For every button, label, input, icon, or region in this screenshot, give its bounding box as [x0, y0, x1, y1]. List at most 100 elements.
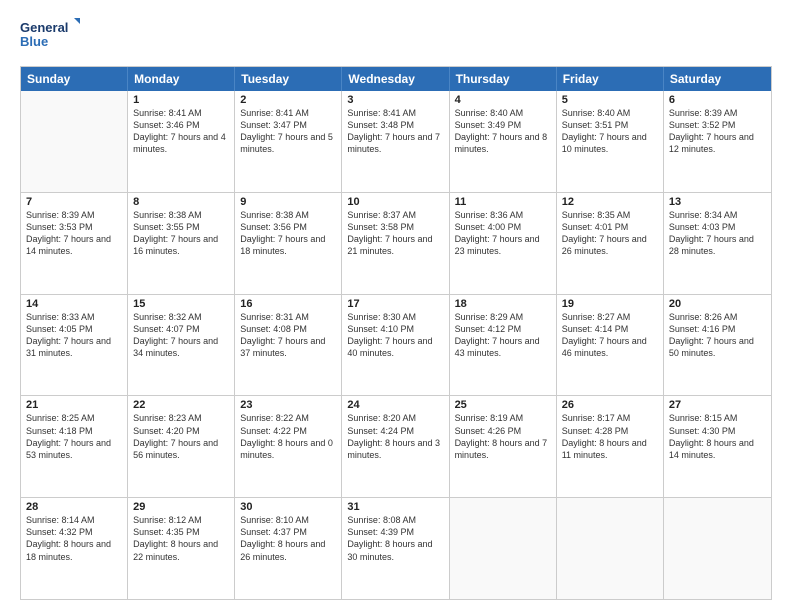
day-number: 31 [347, 501, 443, 513]
day-cell-10: 10Sunrise: 8:37 AMSunset: 3:58 PMDayligh… [342, 193, 449, 294]
day-cell-15: 15Sunrise: 8:32 AMSunset: 4:07 PMDayligh… [128, 295, 235, 396]
day-number: 11 [455, 196, 551, 208]
day-cell-31: 31Sunrise: 8:08 AMSunset: 4:39 PMDayligh… [342, 498, 449, 599]
cell-info: Sunrise: 8:38 AMSunset: 3:56 PMDaylight:… [240, 209, 336, 258]
header-day-tuesday: Tuesday [235, 67, 342, 91]
header-day-monday: Monday [128, 67, 235, 91]
cell-info: Sunrise: 8:20 AMSunset: 4:24 PMDaylight:… [347, 412, 443, 461]
cell-info: Sunrise: 8:36 AMSunset: 4:00 PMDaylight:… [455, 209, 551, 258]
day-number: 3 [347, 94, 443, 106]
day-cell-2: 2Sunrise: 8:41 AMSunset: 3:47 PMDaylight… [235, 91, 342, 192]
header-day-thursday: Thursday [450, 67, 557, 91]
empty-cell-0-0 [21, 91, 128, 192]
day-cell-3: 3Sunrise: 8:41 AMSunset: 3:48 PMDaylight… [342, 91, 449, 192]
day-cell-23: 23Sunrise: 8:22 AMSunset: 4:22 PMDayligh… [235, 396, 342, 497]
day-number: 14 [26, 298, 122, 310]
header-day-wednesday: Wednesday [342, 67, 449, 91]
day-number: 25 [455, 399, 551, 411]
day-number: 13 [669, 196, 766, 208]
cell-info: Sunrise: 8:08 AMSunset: 4:39 PMDaylight:… [347, 514, 443, 563]
cell-info: Sunrise: 8:32 AMSunset: 4:07 PMDaylight:… [133, 311, 229, 360]
day-cell-19: 19Sunrise: 8:27 AMSunset: 4:14 PMDayligh… [557, 295, 664, 396]
calendar-row-3: 21Sunrise: 8:25 AMSunset: 4:18 PMDayligh… [21, 395, 771, 497]
day-cell-24: 24Sunrise: 8:20 AMSunset: 4:24 PMDayligh… [342, 396, 449, 497]
day-number: 6 [669, 94, 766, 106]
cell-info: Sunrise: 8:40 AMSunset: 3:49 PMDaylight:… [455, 107, 551, 156]
day-number: 30 [240, 501, 336, 513]
empty-cell-4-6 [664, 498, 771, 599]
day-number: 28 [26, 501, 122, 513]
cell-info: Sunrise: 8:19 AMSunset: 4:26 PMDaylight:… [455, 412, 551, 461]
calendar-row-2: 14Sunrise: 8:33 AMSunset: 4:05 PMDayligh… [21, 294, 771, 396]
cell-info: Sunrise: 8:15 AMSunset: 4:30 PMDaylight:… [669, 412, 766, 461]
cell-info: Sunrise: 8:41 AMSunset: 3:46 PMDaylight:… [133, 107, 229, 156]
day-number: 12 [562, 196, 658, 208]
day-cell-12: 12Sunrise: 8:35 AMSunset: 4:01 PMDayligh… [557, 193, 664, 294]
cell-info: Sunrise: 8:12 AMSunset: 4:35 PMDaylight:… [133, 514, 229, 563]
day-cell-29: 29Sunrise: 8:12 AMSunset: 4:35 PMDayligh… [128, 498, 235, 599]
cell-info: Sunrise: 8:29 AMSunset: 4:12 PMDaylight:… [455, 311, 551, 360]
day-cell-16: 16Sunrise: 8:31 AMSunset: 4:08 PMDayligh… [235, 295, 342, 396]
cell-info: Sunrise: 8:38 AMSunset: 3:55 PMDaylight:… [133, 209, 229, 258]
page-header: General Blue [20, 16, 772, 58]
cell-info: Sunrise: 8:41 AMSunset: 3:48 PMDaylight:… [347, 107, 443, 156]
empty-cell-4-4 [450, 498, 557, 599]
day-number: 15 [133, 298, 229, 310]
cell-info: Sunrise: 8:31 AMSunset: 4:08 PMDaylight:… [240, 311, 336, 360]
day-number: 27 [669, 399, 766, 411]
day-cell-6: 6Sunrise: 8:39 AMSunset: 3:52 PMDaylight… [664, 91, 771, 192]
cell-info: Sunrise: 8:35 AMSunset: 4:01 PMDaylight:… [562, 209, 658, 258]
empty-cell-4-5 [557, 498, 664, 599]
day-number: 2 [240, 94, 336, 106]
cell-info: Sunrise: 8:34 AMSunset: 4:03 PMDaylight:… [669, 209, 766, 258]
day-number: 23 [240, 399, 336, 411]
day-number: 16 [240, 298, 336, 310]
day-number: 20 [669, 298, 766, 310]
svg-text:Blue: Blue [20, 34, 48, 49]
day-cell-21: 21Sunrise: 8:25 AMSunset: 4:18 PMDayligh… [21, 396, 128, 497]
day-number: 4 [455, 94, 551, 106]
day-number: 17 [347, 298, 443, 310]
day-cell-30: 30Sunrise: 8:10 AMSunset: 4:37 PMDayligh… [235, 498, 342, 599]
cell-info: Sunrise: 8:37 AMSunset: 3:58 PMDaylight:… [347, 209, 443, 258]
day-cell-4: 4Sunrise: 8:40 AMSunset: 3:49 PMDaylight… [450, 91, 557, 192]
cell-info: Sunrise: 8:14 AMSunset: 4:32 PMDaylight:… [26, 514, 122, 563]
day-cell-18: 18Sunrise: 8:29 AMSunset: 4:12 PMDayligh… [450, 295, 557, 396]
cell-info: Sunrise: 8:40 AMSunset: 3:51 PMDaylight:… [562, 107, 658, 156]
day-cell-27: 27Sunrise: 8:15 AMSunset: 4:30 PMDayligh… [664, 396, 771, 497]
cell-info: Sunrise: 8:23 AMSunset: 4:20 PMDaylight:… [133, 412, 229, 461]
calendar-header: SundayMondayTuesdayWednesdayThursdayFrid… [21, 67, 771, 91]
day-number: 26 [562, 399, 658, 411]
day-number: 10 [347, 196, 443, 208]
svg-text:General: General [20, 20, 68, 35]
calendar-body: 1Sunrise: 8:41 AMSunset: 3:46 PMDaylight… [21, 91, 771, 599]
day-cell-8: 8Sunrise: 8:38 AMSunset: 3:55 PMDaylight… [128, 193, 235, 294]
day-number: 19 [562, 298, 658, 310]
day-cell-1: 1Sunrise: 8:41 AMSunset: 3:46 PMDaylight… [128, 91, 235, 192]
calendar-row-1: 7Sunrise: 8:39 AMSunset: 3:53 PMDaylight… [21, 192, 771, 294]
cell-info: Sunrise: 8:10 AMSunset: 4:37 PMDaylight:… [240, 514, 336, 563]
logo: General Blue [20, 16, 80, 58]
cell-info: Sunrise: 8:39 AMSunset: 3:52 PMDaylight:… [669, 107, 766, 156]
cell-info: Sunrise: 8:41 AMSunset: 3:47 PMDaylight:… [240, 107, 336, 156]
header-day-saturday: Saturday [664, 67, 771, 91]
cell-info: Sunrise: 8:25 AMSunset: 4:18 PMDaylight:… [26, 412, 122, 461]
day-number: 9 [240, 196, 336, 208]
day-cell-11: 11Sunrise: 8:36 AMSunset: 4:00 PMDayligh… [450, 193, 557, 294]
day-cell-5: 5Sunrise: 8:40 AMSunset: 3:51 PMDaylight… [557, 91, 664, 192]
calendar: SundayMondayTuesdayWednesdayThursdayFrid… [20, 66, 772, 600]
day-cell-26: 26Sunrise: 8:17 AMSunset: 4:28 PMDayligh… [557, 396, 664, 497]
day-number: 5 [562, 94, 658, 106]
calendar-row-4: 28Sunrise: 8:14 AMSunset: 4:32 PMDayligh… [21, 497, 771, 599]
day-cell-17: 17Sunrise: 8:30 AMSunset: 4:10 PMDayligh… [342, 295, 449, 396]
day-cell-28: 28Sunrise: 8:14 AMSunset: 4:32 PMDayligh… [21, 498, 128, 599]
day-number: 8 [133, 196, 229, 208]
day-cell-14: 14Sunrise: 8:33 AMSunset: 4:05 PMDayligh… [21, 295, 128, 396]
day-number: 21 [26, 399, 122, 411]
day-number: 24 [347, 399, 443, 411]
cell-info: Sunrise: 8:30 AMSunset: 4:10 PMDaylight:… [347, 311, 443, 360]
day-number: 1 [133, 94, 229, 106]
cell-info: Sunrise: 8:27 AMSunset: 4:14 PMDaylight:… [562, 311, 658, 360]
day-number: 29 [133, 501, 229, 513]
day-cell-25: 25Sunrise: 8:19 AMSunset: 4:26 PMDayligh… [450, 396, 557, 497]
